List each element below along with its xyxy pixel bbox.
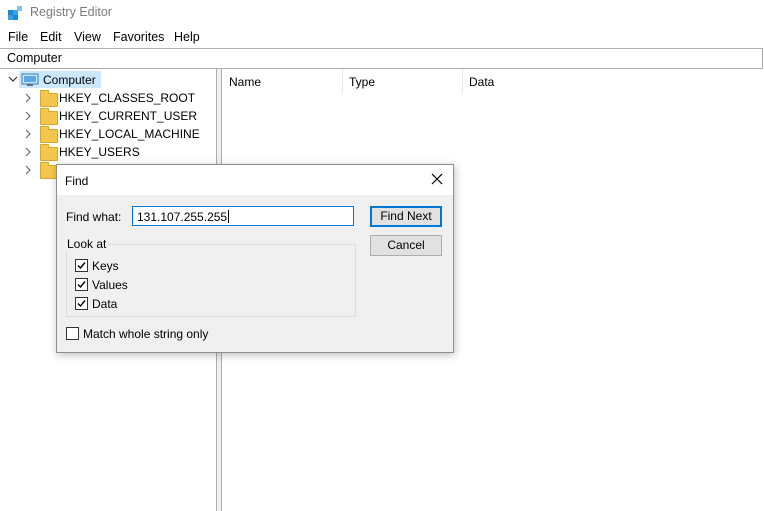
menu-file[interactable]: File (8, 30, 28, 44)
values-list-header: Name Type Data (222, 69, 764, 93)
match-whole-string-label: Match whole string only (83, 327, 209, 341)
checkmark-icon (77, 262, 86, 270)
match-whole-string-checkbox[interactable]: Match whole string only (66, 326, 266, 342)
find-what-value: 131.107.255.255 (137, 210, 228, 224)
column-name-label: Name (229, 75, 262, 89)
column-header-data[interactable]: Data (462, 69, 762, 93)
column-header-name[interactable]: Name (222, 69, 343, 93)
data-checkbox[interactable]: Data (75, 296, 195, 312)
folder-icon (40, 90, 58, 107)
chevron-right-icon[interactable] (25, 93, 32, 103)
look-at-label: Look at (65, 237, 109, 251)
keys-label: Keys (92, 259, 119, 273)
tree-item-hku[interactable]: HKEY_USERS (0, 142, 217, 161)
chevron-down-icon[interactable] (8, 75, 18, 83)
values-checkbox[interactable]: Values (75, 277, 195, 293)
checkbox-box[interactable] (66, 327, 79, 340)
tree-label-key: HKEY_CURRENT_USER (59, 109, 198, 123)
find-next-button[interactable]: Find Next (370, 206, 442, 227)
checkbox-box[interactable] (75, 297, 88, 310)
address-path: Computer (7, 51, 62, 65)
column-header-type[interactable]: Type (342, 69, 463, 93)
tree-item-hkcu[interactable]: HKEY_CURRENT_USER (0, 106, 217, 125)
registry-editor-icon (8, 6, 22, 20)
chevron-right-icon[interactable] (25, 165, 32, 175)
menu-view[interactable]: View (74, 30, 101, 44)
window-title: Registry Editor (30, 5, 112, 19)
column-data-label: Data (469, 75, 495, 89)
title-bar: Registry Editor (0, 0, 764, 26)
find-what-label: Find what: (66, 210, 121, 224)
values-label: Values (92, 278, 128, 292)
folder-icon (40, 144, 58, 161)
tree-label-computer: Computer (43, 73, 96, 87)
tree-item-hklm[interactable]: HKEY_LOCAL_MACHINE (0, 124, 217, 143)
menu-help[interactable]: Help (174, 30, 200, 44)
chevron-right-icon[interactable] (25, 111, 32, 121)
tree-item-computer[interactable]: Computer (0, 70, 217, 88)
find-dialog-title-bar[interactable]: Find (57, 165, 453, 195)
close-icon[interactable] (429, 171, 445, 187)
checkmark-icon (77, 300, 86, 308)
keys-checkbox[interactable]: Keys (75, 258, 195, 274)
find-dialog: Find Find what: 131.107.255.255 Find Nex… (56, 164, 454, 353)
column-type-label: Type (349, 75, 376, 89)
tree-label-key: HKEY_USERS (59, 145, 140, 159)
folder-icon (40, 126, 58, 143)
text-caret (228, 210, 230, 223)
chevron-right-icon[interactable] (25, 147, 32, 157)
find-what-label-text: Find what: (66, 210, 122, 224)
data-label: Data (92, 297, 118, 311)
tree-label-key: HKEY_CLASSES_ROOT (59, 91, 196, 105)
tree-item-hkcr[interactable]: HKEY_CLASSES_ROOT (0, 88, 217, 107)
folder-icon (40, 108, 58, 125)
chevron-right-icon[interactable] (25, 129, 32, 139)
menu-favorites[interactable]: Favorites (113, 30, 164, 44)
tree-label-key: HKEY_LOCAL_MACHINE (59, 127, 200, 141)
address-bar[interactable]: Computer (0, 48, 763, 69)
checkbox-box[interactable] (75, 259, 88, 272)
find-what-input[interactable]: 131.107.255.255 (132, 206, 354, 226)
computer-icon (21, 73, 39, 86)
checkbox-box[interactable] (75, 278, 88, 291)
find-dialog-title: Find (65, 174, 89, 188)
cancel-button[interactable]: Cancel (370, 235, 442, 256)
menu-edit[interactable]: Edit (40, 30, 62, 44)
menu-bar: File Edit View Favorites Help (0, 28, 764, 48)
checkmark-icon (77, 281, 86, 289)
